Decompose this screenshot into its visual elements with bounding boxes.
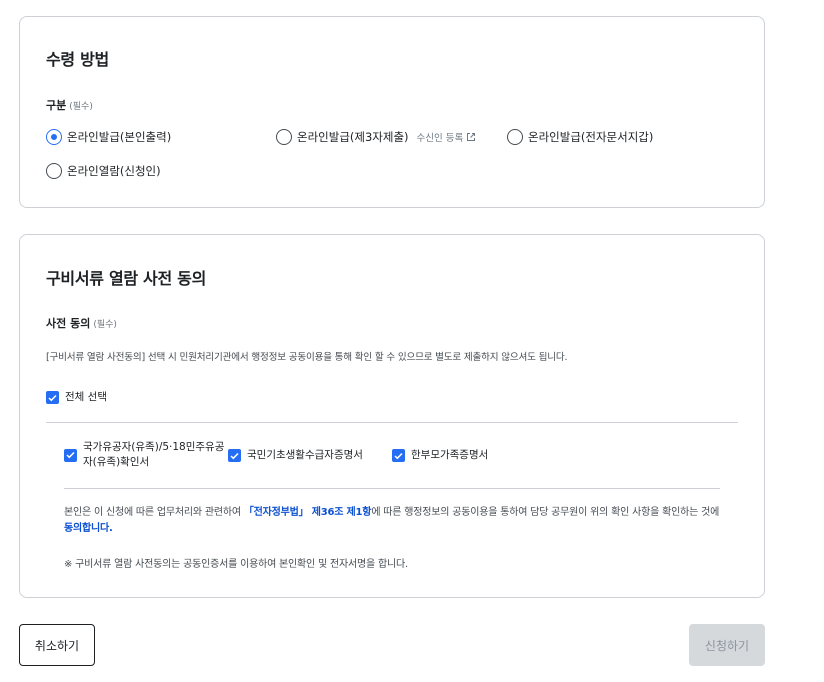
checkbox-checked-icon [64, 448, 77, 462]
prior-consent-label: 사전 동의 (필수) [46, 317, 117, 330]
select-all-checkbox[interactable]: 전체 선택 [46, 390, 107, 405]
radio-online-e-wallet[interactable]: 온라인발급(전자문서지갑) [507, 129, 653, 145]
receipt-method-title: 수령 방법 [46, 50, 109, 69]
document-checkbox-single-parent[interactable]: 한부모가족증명서 [392, 448, 488, 463]
divider [46, 422, 738, 423]
checkbox-label: 한부모가족증명서 [411, 449, 489, 461]
checkbox-label: 국가유공자(유족)/5·18민주유공 자(유족)확인서 [83, 441, 225, 468]
agree-text: 동의합니다. [64, 523, 113, 534]
radio-label: 온라인열람(신청인) [67, 164, 161, 178]
external-link-icon [467, 133, 476, 141]
checkbox-checked-icon [392, 449, 405, 462]
checkbox-label: 국민기초생활수급자증명서 [247, 449, 363, 461]
radio-circle [276, 129, 292, 145]
radio-circle-checked [46, 129, 62, 145]
consent-description: [구비서류 열람 사전동의] 선택 시 민원처리기관에서 행정정보 공동이용을 … [46, 352, 568, 363]
submit-button[interactable]: 신청하기 [689, 624, 765, 666]
required-mark: (필수) [69, 102, 93, 112]
checkbox-label: 전체 선택 [65, 391, 107, 403]
radio-circle [46, 163, 62, 179]
law-reference: 「전자정부법」 제36조 제1항 [243, 507, 372, 518]
radio-online-third-party[interactable]: 온라인발급(제3자제출) 수신인 등록 [276, 129, 476, 145]
checkbox-checked-icon [46, 391, 59, 404]
radio-label: 온라인발급(본인출력) [67, 130, 172, 144]
radio-label: 온라인발급(전자문서지갑) [528, 130, 654, 144]
document-checkbox-basic-livelihood[interactable]: 국민기초생활수급자증명서 [228, 448, 363, 463]
document-consent-card: 구비서류 열람 사전 동의 사전 동의 (필수) [구비서류 열람 사전동의] 선… [19, 234, 765, 598]
consent-notice: 본인은 이 신청에 따른 업무처리와 관련하여 「전자정부법」 제36조 제1항… [64, 507, 720, 534]
radio-online-view[interactable]: 온라인열람(신청인) [46, 163, 161, 179]
required-mark: (필수) [93, 320, 117, 330]
category-label: 구분 (필수) [46, 99, 93, 112]
divider [64, 488, 720, 489]
radio-online-self-print[interactable]: 온라인발급(본인출력) [46, 129, 171, 145]
document-consent-title: 구비서류 열람 사전 동의 [46, 269, 207, 288]
radio-label: 온라인발급(제3자제출) [297, 130, 409, 144]
radio-circle [507, 129, 523, 145]
cancel-button[interactable]: 취소하기 [19, 624, 95, 666]
register-recipient-link[interactable]: 수신인 등록 [417, 130, 477, 144]
document-checkbox-patriot[interactable]: 국가유공자(유족)/5·18민주유공 자(유족)확인서 [64, 440, 224, 470]
certificate-note: ※ 구비서류 열람 사전동의는 공동인증서를 이용하여 본인확인 및 전자서명을… [64, 559, 408, 570]
checkbox-checked-icon [228, 449, 241, 462]
receipt-method-card: 수령 방법 구분 (필수) 온라인발급(본인출력) 온라인발급(제3자제출) 수신… [19, 16, 765, 208]
